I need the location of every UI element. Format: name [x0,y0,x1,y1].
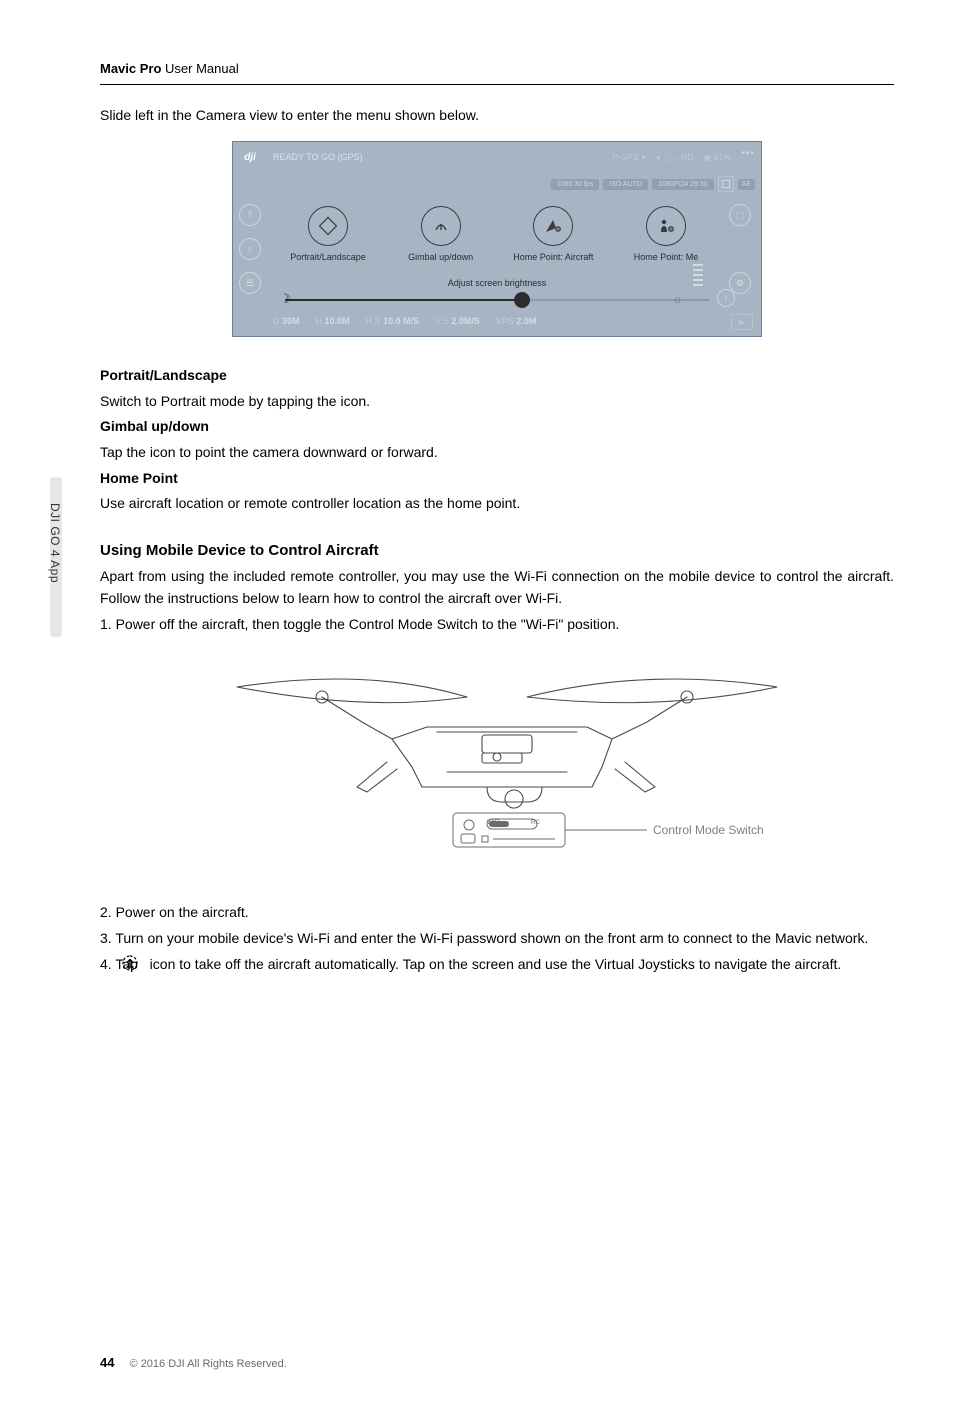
rth-icon[interactable]: ⌂ [239,238,261,260]
doc-type: User Manual [165,61,239,76]
drone-illustration: WIFI RC Control Mode Switch [187,657,807,874]
copyright: © 2016 DJI All Rights Reserved. [130,1358,287,1370]
quick-settings-row: Portrait/Landscape Gimbal up/down Home P… [273,206,721,262]
side-tab-label: DJI GO 4 App [48,503,62,583]
page-footer: 44 © 2016 DJI All Rights Reserved. [100,1355,287,1370]
homepoint-aircraft-label: Home Point: Aircraft [513,252,593,262]
app-screenshot: dji READY TO GO (GPS) P-GPS ▾... ● ⬚... … [232,141,762,337]
iso-pill[interactable]: ISO AUTO [603,179,648,190]
gimbal-text: Tap the icon to point the camera downwar… [100,442,894,464]
menu-dots-icon[interactable]: ••• [741,148,755,159]
portrait-landscape-icon[interactable] [308,206,348,246]
gimbal-updown-label: Gimbal up/down [408,252,473,262]
side-tab: DJI GO 4 App [50,477,68,637]
step-3: 3. Turn on your mobile device's Wi-Fi an… [100,928,894,950]
camera-settings-bar: 1080 30 fps ISO AUTO 1080P/24 29:30 AE [233,172,761,196]
homepoint-heading: Home Point [100,468,894,490]
playback-button[interactable]: ▶ [731,314,753,330]
step-1: 1. Power off the aircraft, then toggle t… [100,614,894,636]
gimbal-heading: Gimbal up/down [100,416,894,438]
wifi-section-title: Using Mobile Device to Control Aircraft [100,539,894,562]
brightness-slider[interactable]: ☽ ☼ i [285,294,709,306]
flight-mode-icon[interactable]: ☰ [239,272,261,294]
page-header: Mavic Pro User Manual [100,60,894,85]
gimbal-updown-icon[interactable] [421,206,461,246]
dji-logo: dji [233,152,267,163]
resolution-pill[interactable]: 1080 30 fps [551,179,600,190]
page-number: 44 [100,1355,114,1370]
callout-label: Control Mode Switch [653,823,764,837]
recording-pill[interactable]: 1080P/24 29:30 [652,179,713,190]
telemetry-bar: D 30M H 10.0M H.S 10.0 M/S V.S 2.0M/S VP… [233,312,761,336]
homepoint-text: Use aircraft location or remote controll… [100,493,894,515]
brightness-label: Adjust screen brightness [273,278,721,288]
portrait-landscape-text: Switch to Portrait mode by tapping the i… [100,391,894,413]
takeoff-icon[interactable]: ⤒ [239,204,261,226]
info-icon[interactable]: i [717,289,735,307]
homepoint-me-label: Home Point: Me [634,252,699,262]
brightness-control: Adjust screen brightness ☽ ☼ i [273,278,721,306]
grid-toggle[interactable] [718,176,734,192]
portrait-landscape-label: Portrait/Landscape [290,252,366,262]
flight-status: READY TO GO (GPS) [267,152,397,162]
homepoint-me-icon[interactable] [646,206,686,246]
status-badges: P-GPS ▾... ● ⬚... HD... ▣ 61% [397,153,761,162]
step-2: 2. Power on the aircraft. [100,902,894,924]
intro-text: Slide left in the Camera view to enter t… [100,107,894,123]
exposure-ticks [693,264,703,286]
sun-icon: ☼ [672,292,683,306]
homepoint-aircraft-icon[interactable] [533,206,573,246]
wifi-intro-text: Apart from using the included remote con… [100,566,894,609]
step-4: 4. Tap icon to take off the aircraft aut… [100,954,894,978]
product-name: Mavic Pro [100,61,161,76]
ae-lock[interactable]: AE [738,179,755,190]
portrait-landscape-heading: Portrait/Landscape [100,365,894,387]
photo-video-toggle[interactable]: ⬚ [729,204,751,226]
